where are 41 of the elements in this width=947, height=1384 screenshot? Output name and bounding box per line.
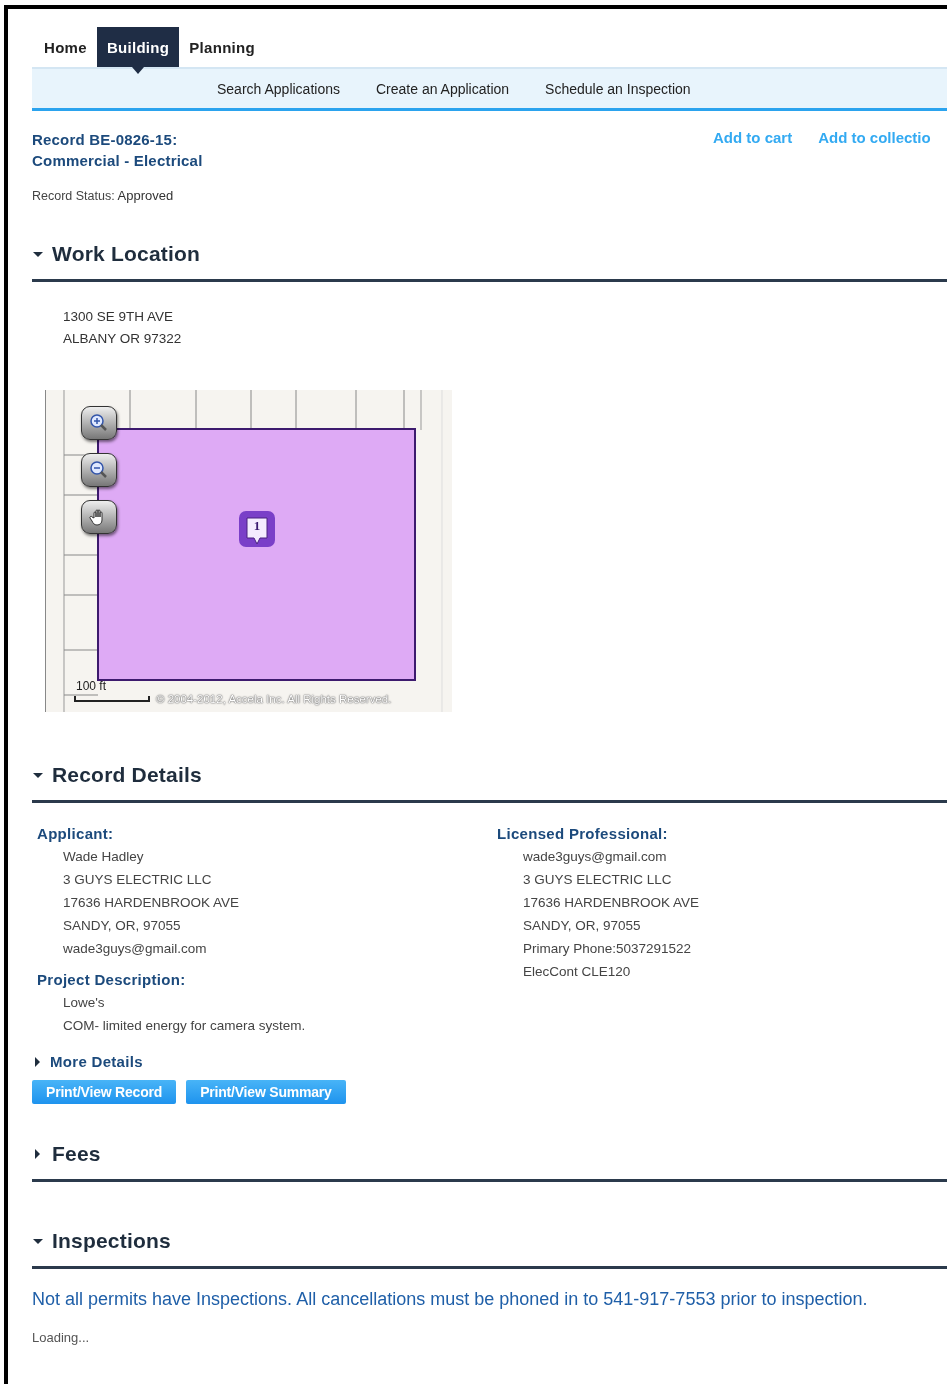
status-value: Approved (117, 188, 174, 203)
address-line: 1300 SE 9TH AVE (63, 308, 175, 326)
sub-nav-link[interactable]: Create an Application (375, 80, 510, 97)
section-heading[interactable]: Inspections (52, 1229, 171, 1253)
record-title: Record BE-0826-15: Commercial - Electrical (32, 130, 203, 171)
field-label: Applicant: (37, 824, 115, 844)
field-value: 3 GUYS ELECTRIC LLC (62, 871, 213, 889)
field-value: 3 GUYS ELECTRIC LLC (522, 871, 673, 889)
section-heading[interactable]: Fees (52, 1142, 101, 1166)
zoom-out-icon (89, 460, 109, 480)
pan-button[interactable] (81, 500, 117, 534)
field-value: Wade Hadley (62, 848, 145, 866)
field-label: Project Description: (37, 970, 187, 990)
field-value: Primary Phone:5037291522 (522, 940, 693, 958)
field-value: SANDY, OR, 97055 (522, 917, 642, 935)
map-copyright: © 2004-2012, Accela Inc. All Rights Reserved. (156, 693, 392, 705)
field-value: wade3guys@gmail.com (62, 940, 208, 958)
status-label: Record Status: (32, 189, 115, 203)
zoom-in-button[interactable] (81, 406, 117, 440)
zoom-out-button[interactable] (81, 453, 117, 487)
section-heading[interactable]: Work Location (52, 242, 201, 266)
inspection-notice: Not all permits have Inspections. All cancellations must be phoned in to 541-917-7553 prior to inspection. (32, 1289, 869, 1310)
field-value: 17636 HARDENBROOK AVE (522, 894, 701, 912)
nav-tab[interactable]: Planning (179, 27, 265, 67)
address-line: ALBANY OR 97322 (63, 330, 183, 348)
more-details-toggle[interactable]: More Details (50, 1053, 143, 1070)
field-value: COM- limited energy for camera system. (62, 1017, 307, 1035)
field-value: Lowe's (62, 994, 106, 1012)
loading-text: Loading... (32, 1330, 91, 1345)
scale-label: 100 ft (76, 679, 107, 693)
sub-nav-link[interactable]: Search Applications (217, 80, 340, 97)
nav-tab[interactable]: Home (34, 27, 97, 67)
zoom-in-icon (89, 413, 109, 433)
field-value: 17636 HARDENBROOK AVE (62, 894, 241, 912)
section-heading[interactable]: Record Details (52, 763, 202, 787)
sub-nav-link[interactable]: Schedule an Inspection (545, 80, 691, 97)
field-value: ElecCont CLE120 (522, 963, 632, 981)
field-value: SANDY, OR, 97055 (62, 917, 182, 935)
field-value: wade3guys@gmail.com (522, 848, 668, 866)
field-label: Licensed Professional: (497, 824, 669, 844)
map-view[interactable]: 1 100 ft © 2004-2012, Accela Inc. All Rights Reserved. (45, 390, 452, 712)
